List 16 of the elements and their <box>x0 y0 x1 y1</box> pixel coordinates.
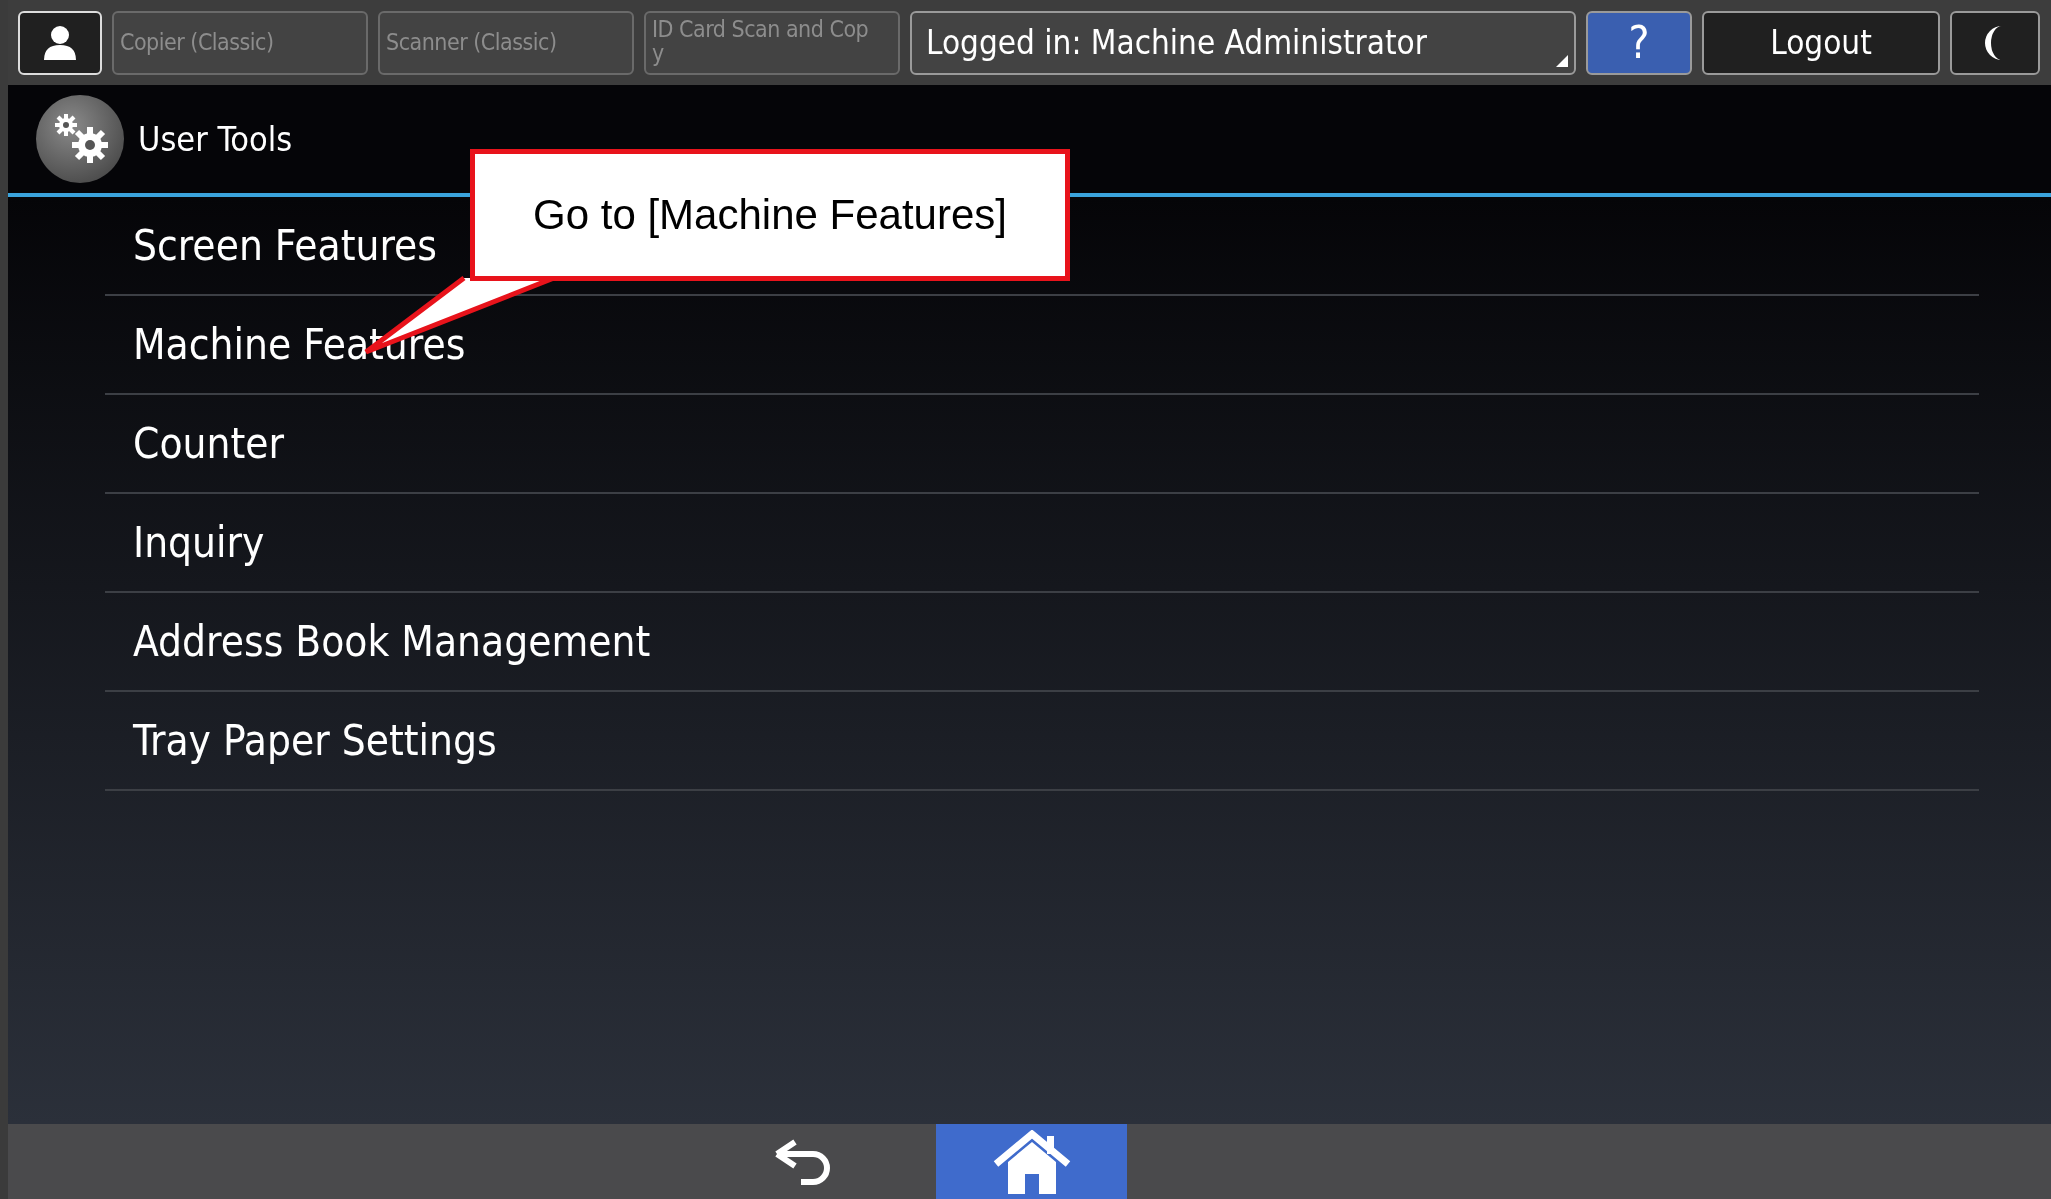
menu-item[interactable]: Inquiry <box>105 494 1979 593</box>
logout-button[interactable]: Logout <box>1702 10 1940 75</box>
home-button[interactable] <box>936 1124 1127 1199</box>
callout-text: Go to [Machine Features] <box>533 191 1007 239</box>
menu-item[interactable]: Tray Paper Settings <box>105 692 1979 791</box>
energy-saver-button[interactable] <box>1950 10 2040 75</box>
page-title: User Tools <box>138 119 293 159</box>
home-icon <box>991 1129 1072 1194</box>
help-button[interactable]: ? <box>1586 10 1692 75</box>
login-status-button[interactable]: Logged in: Machine Administrator <box>910 10 1576 75</box>
menu-item[interactable]: Counter <box>105 395 1979 494</box>
menu-item[interactable]: Address Book Management <box>105 593 1979 692</box>
back-arrow-icon <box>773 1138 833 1185</box>
person-icon <box>43 24 77 61</box>
user-button[interactable] <box>18 10 102 75</box>
corner-triangle-icon <box>1556 54 1568 67</box>
